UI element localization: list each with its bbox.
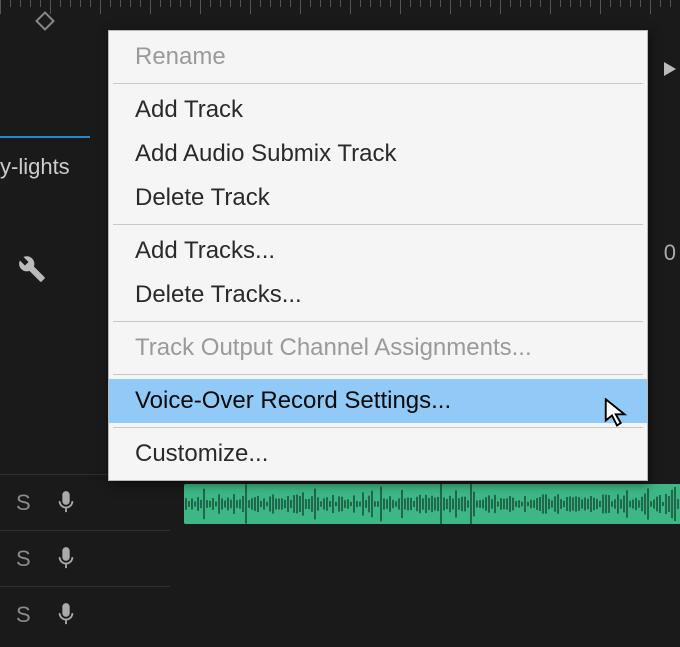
menu-item-customize[interactable]: Customize...	[109, 432, 647, 476]
timecode-fragment: 0	[664, 240, 676, 266]
play-icon	[664, 62, 676, 76]
timeline-ruler[interactable]	[0, 0, 680, 30]
clip-name-fragment: y-lights	[0, 150, 70, 184]
track-divider	[0, 136, 90, 138]
waveform-icon	[184, 484, 680, 524]
menu-separator	[113, 427, 643, 428]
menu-item-add-tracks[interactable]: Add Tracks...	[109, 229, 647, 273]
menu-item-voice-over-record-settings[interactable]: Voice-Over Record Settings...	[109, 379, 647, 423]
track-row[interactable]: S	[0, 474, 170, 530]
track-context-menu: RenameAdd TrackAdd Audio Submix TrackDel…	[108, 30, 648, 481]
menu-item-add-track[interactable]: Add Track	[109, 88, 647, 132]
ruler-ticks	[0, 0, 680, 20]
microphone-icon[interactable]	[55, 490, 77, 516]
audio-track-headers: S S S	[0, 474, 170, 642]
menu-item-delete-tracks[interactable]: Delete Tracks...	[109, 273, 647, 317]
menu-separator	[113, 83, 643, 84]
menu-separator	[113, 321, 643, 322]
microphone-icon[interactable]	[55, 602, 77, 628]
wrench-icon[interactable]	[18, 255, 46, 288]
menu-item-rename: Rename	[109, 35, 647, 79]
microphone-icon[interactable]	[55, 546, 77, 572]
menu-item-delete-track[interactable]: Delete Track	[109, 176, 647, 220]
solo-button[interactable]: S	[16, 490, 31, 516]
menu-separator	[113, 224, 643, 225]
menu-separator	[113, 374, 643, 375]
menu-item-track-output-channel-assignments: Track Output Channel Assignments...	[109, 326, 647, 370]
menu-item-add-audio-submix-track[interactable]: Add Audio Submix Track	[109, 132, 647, 176]
solo-button[interactable]: S	[16, 546, 31, 572]
solo-button[interactable]: S	[16, 602, 31, 628]
audio-clip[interactable]: fx	[184, 484, 680, 524]
track-row[interactable]: S	[0, 586, 170, 642]
track-row[interactable]: S	[0, 530, 170, 586]
